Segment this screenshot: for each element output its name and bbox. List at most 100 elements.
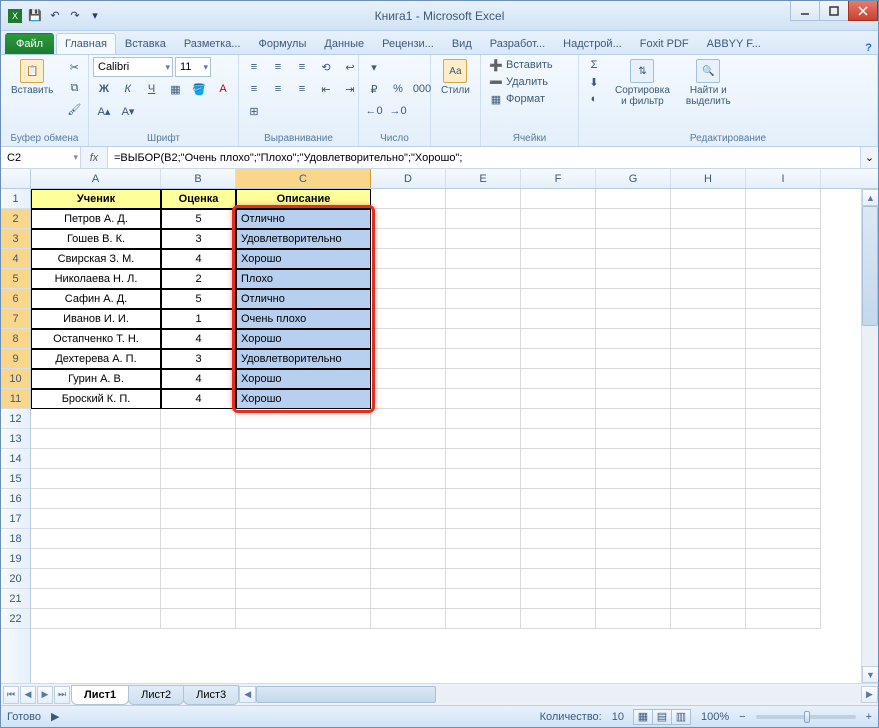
find-select-button[interactable]: 🔍 Найти и выделить (680, 57, 737, 109)
cell-F22[interactable] (521, 609, 596, 629)
format-cells-button[interactable]: ▦Формат (485, 91, 557, 107)
font-name-combo[interactable]: Calibri (93, 57, 173, 77)
zoom-out-icon[interactable]: − (739, 711, 745, 723)
cell-I6[interactable] (746, 289, 821, 309)
decrease-decimal-icon[interactable]: →0 (387, 101, 409, 121)
cell-D15[interactable] (371, 469, 446, 489)
cell-G8[interactable] (596, 329, 671, 349)
col-header-G[interactable]: G (596, 169, 671, 188)
cell-G22[interactable] (596, 609, 671, 629)
cell-E18[interactable] (446, 529, 521, 549)
cell-H22[interactable] (671, 609, 746, 629)
cell-D5[interactable] (371, 269, 446, 289)
cell-F16[interactable] (521, 489, 596, 509)
row-header-17[interactable]: 17 (1, 509, 30, 529)
cell-F6[interactable] (521, 289, 596, 309)
cell-F12[interactable] (521, 409, 596, 429)
row-header-22[interactable]: 22 (1, 609, 30, 629)
zoom-slider[interactable] (756, 715, 856, 719)
row-header-4[interactable]: 4 (1, 249, 30, 269)
row-header-18[interactable]: 18 (1, 529, 30, 549)
cell-G4[interactable] (596, 249, 671, 269)
cell-E17[interactable] (446, 509, 521, 529)
cell-H7[interactable] (671, 309, 746, 329)
cell-C11[interactable]: Хорошо (236, 389, 371, 409)
formula-input[interactable]: =ВЫБОР(B2;"Очень плохо";"Плохо";"Удовлет… (108, 147, 860, 168)
cell-F7[interactable] (521, 309, 596, 329)
cell-H20[interactable] (671, 569, 746, 589)
cell-D8[interactable] (371, 329, 446, 349)
cell-I4[interactable] (746, 249, 821, 269)
decrease-indent-icon[interactable]: ⇤ (315, 79, 337, 99)
cell-F4[interactable] (521, 249, 596, 269)
cell-D9[interactable] (371, 349, 446, 369)
save-icon[interactable]: 💾 (27, 8, 43, 24)
cell-D10[interactable] (371, 369, 446, 389)
shrink-font-icon[interactable]: A▾ (117, 101, 139, 121)
cell-B4[interactable]: 4 (161, 249, 236, 269)
view-pagebreak-icon[interactable]: ▥ (671, 709, 691, 725)
cell-C4[interactable]: Хорошо (236, 249, 371, 269)
cell-F10[interactable] (521, 369, 596, 389)
cell-D3[interactable] (371, 229, 446, 249)
cell-H8[interactable] (671, 329, 746, 349)
merge-cells-icon[interactable]: ⊞ (243, 101, 265, 121)
cell-C2[interactable]: Отлично (236, 209, 371, 229)
cell-A2[interactable]: Петров А. Д. (31, 209, 161, 229)
cell-B13[interactable] (161, 429, 236, 449)
cell-G10[interactable] (596, 369, 671, 389)
autosum-button[interactable]: Σ (583, 57, 605, 73)
cell-A20[interactable] (31, 569, 161, 589)
row-header-12[interactable]: 12 (1, 409, 30, 429)
cell-D4[interactable] (371, 249, 446, 269)
fx-button[interactable]: fx (85, 149, 103, 167)
cell-H13[interactable] (671, 429, 746, 449)
fill-color-button[interactable]: 🪣 (188, 79, 210, 99)
row-header-16[interactable]: 16 (1, 489, 30, 509)
cell-F14[interactable] (521, 449, 596, 469)
cell-B18[interactable] (161, 529, 236, 549)
orientation-icon[interactable]: ⟲ (315, 57, 337, 77)
cell-H16[interactable] (671, 489, 746, 509)
cell-A16[interactable] (31, 489, 161, 509)
row-header-3[interactable]: 3 (1, 229, 30, 249)
cell-C19[interactable] (236, 549, 371, 569)
cell-D14[interactable] (371, 449, 446, 469)
cells-area[interactable]: УченикОценкаОписаниеПетров А. Д.5Отлично… (31, 189, 861, 683)
cell-G11[interactable] (596, 389, 671, 409)
cell-E16[interactable] (446, 489, 521, 509)
cell-G6[interactable] (596, 289, 671, 309)
cell-A9[interactable]: Дехтерева А. П. (31, 349, 161, 369)
cell-B1[interactable]: Оценка (161, 189, 236, 209)
cell-I11[interactable] (746, 389, 821, 409)
col-header-D[interactable]: D (371, 169, 446, 188)
cell-A13[interactable] (31, 429, 161, 449)
macro-record-icon[interactable]: ▶ (51, 710, 59, 723)
view-layout-icon[interactable]: ▤ (652, 709, 672, 725)
tab-рецензи-[interactable]: Рецензи... (373, 33, 443, 54)
cell-G16[interactable] (596, 489, 671, 509)
cell-E13[interactable] (446, 429, 521, 449)
redo-icon[interactable]: ↷ (67, 8, 83, 24)
fill-button[interactable]: ⬇ (583, 74, 605, 90)
cell-F2[interactable] (521, 209, 596, 229)
cell-I16[interactable] (746, 489, 821, 509)
cell-G5[interactable] (596, 269, 671, 289)
maximize-button[interactable] (819, 1, 849, 21)
cell-G17[interactable] (596, 509, 671, 529)
cell-D21[interactable] (371, 589, 446, 609)
cell-E11[interactable] (446, 389, 521, 409)
cell-B12[interactable] (161, 409, 236, 429)
cell-H17[interactable] (671, 509, 746, 529)
row-header-6[interactable]: 6 (1, 289, 30, 309)
cell-D1[interactable] (371, 189, 446, 209)
font-color-button[interactable]: A (212, 79, 234, 99)
help-icon[interactable]: ? (865, 42, 872, 54)
sheet-nav-prev-icon[interactable]: ◀ (20, 686, 36, 704)
cell-H4[interactable] (671, 249, 746, 269)
zoom-in-icon[interactable]: + (866, 711, 872, 723)
cell-B2[interactable]: 5 (161, 209, 236, 229)
cell-C6[interactable]: Отлично (236, 289, 371, 309)
cell-C9[interactable]: Удовлетворительно (236, 349, 371, 369)
number-format-icon[interactable]: ▾ (363, 57, 385, 77)
